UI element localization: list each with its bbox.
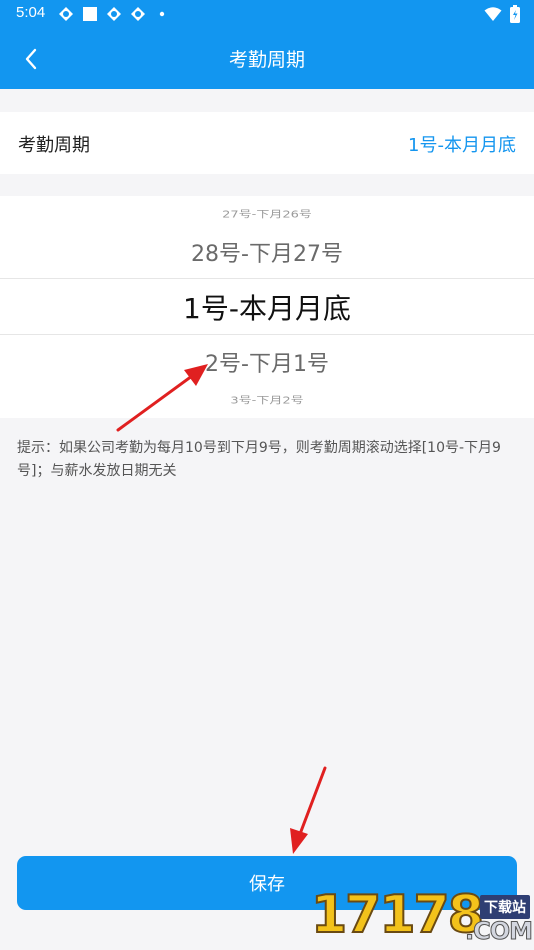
picker-selected-item[interactable]: 1号-本月月底 [0, 287, 534, 327]
annotation-arrow-save [290, 766, 327, 854]
page-title: 考勤周期 [228, 49, 305, 71]
picker-item[interactable]: 2号-下月1号 [0, 346, 534, 378]
sync-icon [107, 7, 121, 21]
watermark-logo: 17178 下载站 .COM [310, 884, 534, 950]
watermark-suffix: .COM [464, 917, 533, 946]
watermark-tag: 下载站 [480, 895, 530, 919]
picker-selection-top-divider [0, 278, 534, 279]
picker-item[interactable]: 27号-下月26号 [0, 206, 534, 220]
dot-icon [159, 11, 165, 17]
cycle-setting-row[interactable]: 考勤周期 1号-本月月底 [0, 112, 534, 174]
cycle-label: 考勤周期 [18, 135, 90, 156]
square-icon [83, 7, 97, 21]
sync-icon [59, 7, 73, 21]
picker-selection-bottom-divider [0, 334, 534, 335]
status-notification-icons [58, 6, 170, 22]
picker-item[interactable]: 3号-下月2号 [0, 392, 534, 406]
battery-icon [510, 5, 520, 23]
status-time: 5:04 [16, 4, 46, 21]
top-app-bar: 5:04 考勤周期 [0, 0, 534, 89]
watermark-number: 17178 [310, 884, 485, 946]
sync-icon [131, 7, 145, 21]
status-system-icons [484, 5, 520, 23]
wifi-icon [484, 7, 502, 21]
status-bar: 5:04 [0, 0, 534, 28]
hint-text: 提示：如果公司考勤为每月10号到下月9号，则考勤周期滚动选择[10号-下月9号]… [17, 440, 501, 479]
cycle-wheel-picker[interactable]: 27号-下月26号 28号-下月27号 1号-本月月底 2号-下月1号 3号-下… [0, 196, 534, 418]
picker-item[interactable]: 28号-下月27号 [0, 236, 534, 268]
cycle-value: 1号-本月月底 [408, 135, 516, 156]
